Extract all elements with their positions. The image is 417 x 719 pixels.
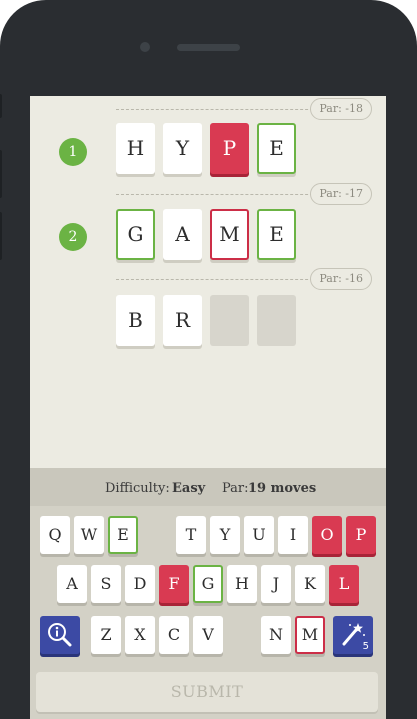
keyboard-area: Difficulty: Easy Par: 19 moves Q W E T Y… <box>30 468 386 719</box>
submit-button[interactable]: SUBMIT <box>36 672 378 712</box>
word-tile-highlight[interactable]: E <box>257 209 296 260</box>
par-divider-3: Par: -16 <box>116 268 386 290</box>
key-d[interactable]: D <box>125 565 155 603</box>
difficulty-value: Easy <box>172 481 206 496</box>
par-line <box>116 194 328 195</box>
front-camera <box>140 42 150 52</box>
word-tile-selected[interactable]: M <box>210 209 249 260</box>
hint-wand-button[interactable]: 5 <box>333 616 373 654</box>
par-value: 19 moves <box>248 481 317 496</box>
word-tile[interactable]: A <box>163 209 202 260</box>
key-v[interactable]: V <box>193 616 223 654</box>
row-number-badge: 2 <box>59 223 87 251</box>
mute-switch <box>0 94 2 118</box>
key-u[interactable]: U <box>244 516 274 554</box>
key-q[interactable]: Q <box>40 516 70 554</box>
empty-tile-slot[interactable] <box>257 295 296 346</box>
key-y[interactable]: Y <box>210 516 240 554</box>
key-j[interactable]: J <box>261 565 291 603</box>
row-number-badge: 1 <box>59 138 87 166</box>
key-k[interactable]: K <box>295 565 325 603</box>
key-g[interactable]: G <box>193 565 223 603</box>
par-label: Par: <box>222 481 249 496</box>
empty-tile-slot[interactable] <box>210 295 249 346</box>
par-pill: Par: -16 <box>310 268 372 290</box>
game-screen: Par: -18 1 H Y P E Par: -17 2 G A M E Pa… <box>30 96 386 719</box>
key-t[interactable]: T <box>176 516 206 554</box>
par-line <box>116 109 328 110</box>
word-tile[interactable]: B <box>116 295 155 346</box>
word-tile[interactable]: Y <box>163 123 202 174</box>
key-s[interactable]: S <box>91 565 121 603</box>
par-line <box>116 279 328 280</box>
key-n[interactable]: N <box>261 616 291 654</box>
key-f[interactable]: F <box>159 565 189 603</box>
key-h[interactable]: H <box>227 565 257 603</box>
key-i[interactable]: I <box>278 516 308 554</box>
par-pill: Par: -17 <box>310 183 372 205</box>
hint-count-badge: 5 <box>362 641 369 652</box>
key-w[interactable]: W <box>74 516 104 554</box>
key-o[interactable]: O <box>312 516 342 554</box>
key-z[interactable]: Z <box>91 616 121 654</box>
key-e[interactable]: E <box>108 516 138 554</box>
volume-down-button <box>0 212 2 260</box>
difficulty-label: Difficulty: <box>105 481 170 496</box>
word-tile[interactable]: H <box>116 123 155 174</box>
word-tile-highlight[interactable]: G <box>116 209 155 260</box>
info-search-button[interactable] <box>40 616 80 654</box>
par-divider-2: Par: -17 <box>116 183 386 205</box>
phone-frame: Par: -18 1 H Y P E Par: -17 2 G A M E Pa… <box>0 0 417 719</box>
key-c[interactable]: C <box>159 616 189 654</box>
key-p[interactable]: P <box>346 516 376 554</box>
key-l[interactable]: L <box>329 565 359 603</box>
volume-up-button <box>0 150 2 198</box>
key-m[interactable]: M <box>295 616 325 654</box>
par-divider-1: Par: -18 <box>116 98 386 120</box>
word-tile[interactable]: R <box>163 295 202 346</box>
word-tile-changed[interactable]: P <box>210 123 249 174</box>
par-pill: Par: -18 <box>310 98 372 120</box>
word-tile-highlight[interactable]: E <box>257 123 296 174</box>
key-x[interactable]: X <box>125 616 155 654</box>
key-a[interactable]: A <box>57 565 87 603</box>
game-info-bar: Difficulty: Easy Par: 19 moves <box>30 468 386 506</box>
earpiece-speaker <box>177 44 240 51</box>
magnifier-info-icon <box>48 623 72 647</box>
